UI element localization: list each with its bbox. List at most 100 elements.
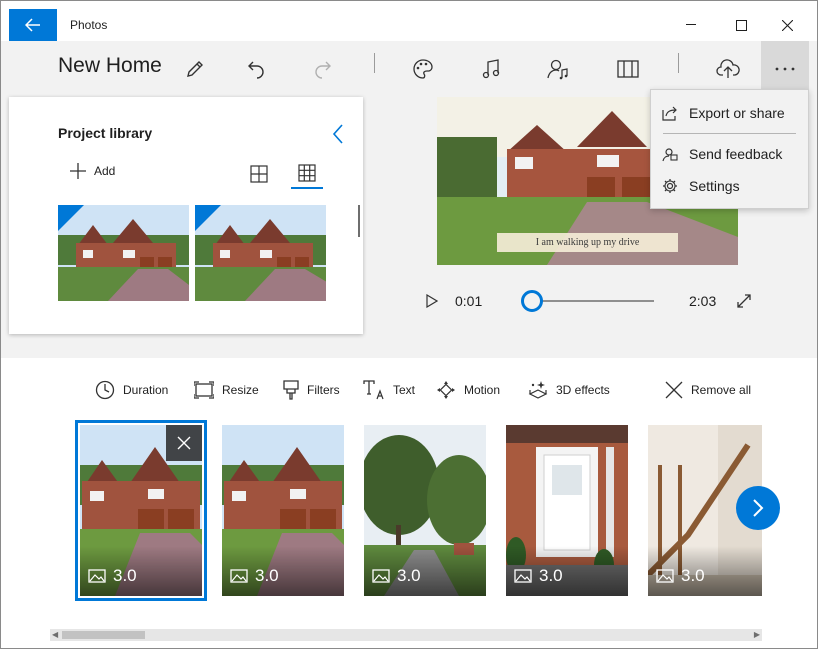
- chevron-left-icon: [332, 124, 343, 144]
- tool-label: Duration: [123, 383, 169, 397]
- add-media-button[interactable]: Add: [70, 163, 115, 179]
- duration-value: 3.0: [255, 566, 279, 585]
- storyboard: Duration Resize Filters Text Motion 3D e…: [1, 358, 817, 648]
- image-icon: [514, 569, 532, 583]
- undo-button[interactable]: [232, 41, 280, 97]
- menu-item-feedback[interactable]: Send feedback: [651, 139, 808, 169]
- motion-button[interactable]: Motion: [436, 378, 500, 402]
- narration-button[interactable]: [534, 41, 582, 97]
- grid-small-icon: [298, 164, 316, 182]
- text-button[interactable]: Text: [363, 378, 415, 402]
- redo-button[interactable]: [299, 41, 347, 97]
- storyboard-card[interactable]: 3.0: [506, 425, 628, 596]
- scroll-next-button[interactable]: [736, 486, 780, 530]
- music-button[interactable]: [467, 41, 515, 97]
- minimize-icon: [686, 24, 696, 25]
- filters-icon: [283, 380, 299, 400]
- card-duration: 3.0: [230, 566, 279, 586]
- duration-value: 3.0: [539, 566, 563, 585]
- library-thumbnail[interactable]: [58, 205, 189, 301]
- card-duration: 3.0: [88, 566, 137, 586]
- card-duration: 3.0: [514, 566, 563, 586]
- sparkle-icon: [528, 381, 548, 399]
- tool-label: Filters: [307, 383, 340, 397]
- more-icon: [775, 67, 795, 71]
- filters-button[interactable]: Filters: [283, 378, 340, 402]
- menu-item-export[interactable]: Export or share: [651, 98, 808, 128]
- tool-label: Motion: [464, 383, 501, 397]
- collapse-library-button[interactable]: [331, 123, 345, 150]
- clock-icon: [95, 380, 115, 400]
- tool-label: Text: [393, 383, 416, 397]
- back-button[interactable]: [9, 9, 57, 41]
- close-icon: [781, 19, 793, 31]
- 3d-effects-button[interactable]: 3D effects: [528, 378, 610, 402]
- image-icon: [656, 569, 674, 583]
- library-title: Project library: [58, 125, 153, 141]
- pencil-icon: [187, 61, 203, 77]
- palette-icon: [413, 59, 433, 79]
- rename-button[interactable]: [171, 41, 219, 97]
- storyboard-card[interactable]: 3.0: [75, 420, 207, 601]
- upload-icon: [716, 59, 740, 78]
- card-duration: 3.0: [656, 566, 705, 586]
- selection-corner: [58, 205, 84, 231]
- image-icon: [88, 569, 106, 583]
- resize-button[interactable]: Resize: [194, 378, 259, 402]
- image-icon: [372, 569, 390, 583]
- menu-item-settings[interactable]: Settings: [651, 171, 808, 201]
- grid-large-icon: [250, 165, 268, 183]
- duration-value: 3.0: [681, 566, 705, 585]
- playback-controls: 0:01 2:03: [421, 285, 761, 317]
- storyboard-card[interactable]: 3.0: [222, 425, 344, 596]
- duration-button[interactable]: Duration: [95, 378, 168, 402]
- preview-caption: I am walking up my drive: [497, 233, 678, 252]
- remove-card-button[interactable]: [166, 425, 202, 461]
- small-grid-view-button[interactable]: [291, 159, 323, 189]
- music-icon: [482, 59, 500, 79]
- scroll-right-icon[interactable]: ▶: [754, 630, 760, 639]
- title-bar: Photos: [1, 1, 817, 41]
- motion-icon: [437, 381, 455, 399]
- duration-value: 3.0: [397, 566, 421, 585]
- project-library-panel: Project library Add: [9, 97, 363, 334]
- fullscreen-icon[interactable]: [737, 294, 751, 308]
- remove-all-button[interactable]: Remove all: [665, 378, 751, 402]
- tool-label: Remove all: [691, 383, 752, 397]
- theme-button[interactable]: [399, 41, 447, 97]
- aspect-ratio-button[interactable]: [604, 41, 652, 97]
- redo-icon: [315, 61, 331, 79]
- scroll-left-icon[interactable]: ◀: [52, 630, 58, 639]
- maximize-button[interactable]: [718, 9, 764, 41]
- minimize-button[interactable]: [668, 9, 714, 41]
- scrollbar-thumb[interactable]: [62, 631, 145, 639]
- share-icon: [662, 106, 677, 121]
- menu-item-label: Export or share: [689, 105, 785, 121]
- library-thumbnail[interactable]: [195, 205, 326, 301]
- total-time: 2:03: [689, 293, 717, 309]
- aspect-ratio-icon: [617, 60, 639, 78]
- plus-icon: [70, 163, 86, 179]
- text-icon: [363, 380, 384, 400]
- play-icon[interactable]: [426, 294, 438, 308]
- maximize-icon: [735, 19, 747, 31]
- image-icon: [230, 569, 248, 583]
- project-title[interactable]: New Home: [58, 54, 162, 78]
- seek-track[interactable]: [531, 300, 654, 302]
- tool-label: 3D effects: [556, 383, 610, 397]
- seek-thumb[interactable]: [521, 290, 543, 312]
- large-grid-view-button[interactable]: [243, 159, 275, 189]
- close-button[interactable]: [764, 9, 810, 41]
- library-scrollbar[interactable]: [358, 205, 360, 237]
- resize-icon: [194, 381, 214, 399]
- selection-corner: [195, 205, 221, 231]
- undo-icon: [248, 61, 264, 79]
- tool-label: Resize: [222, 383, 259, 397]
- app-title: Photos: [70, 18, 108, 32]
- add-label: Add: [94, 164, 116, 178]
- arrow-left-icon: [25, 18, 40, 32]
- menu-divider: [663, 133, 796, 134]
- duration-value: 3.0: [113, 566, 137, 585]
- storyboard-scrollbar[interactable]: ◀ ▶: [50, 629, 762, 641]
- storyboard-card[interactable]: 3.0: [364, 425, 486, 596]
